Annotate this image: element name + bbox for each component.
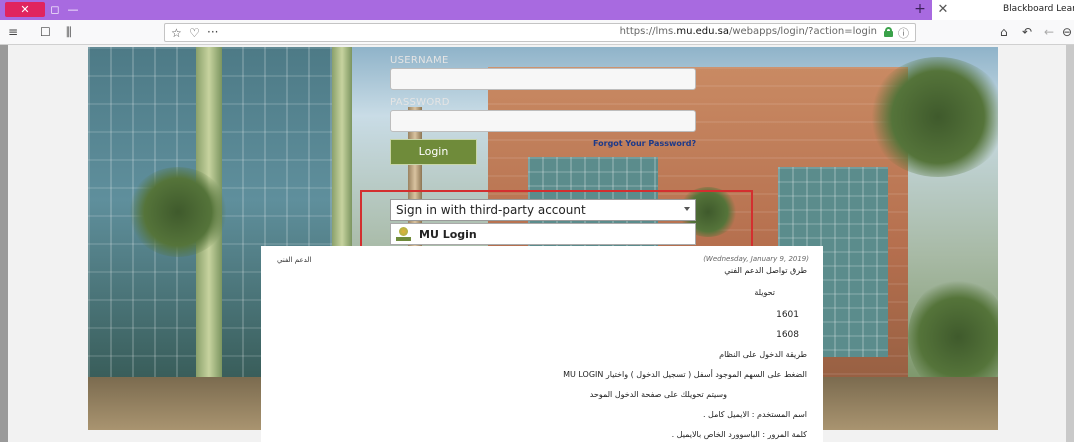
zoom-out-icon[interactable]: ⊖ [1062,24,1072,40]
username-label: USERNAME [390,55,449,66]
lock-icon[interactable] [884,27,893,37]
password-label: PASSWORD [390,97,450,108]
palm-tree [128,167,228,257]
announcement-panel: الدعم الفني (Wednesday, January 9, 2019)… [261,246,823,442]
announcement-line: اسم المستخدم : الايميل كامل . [702,410,807,419]
window-close-button[interactable]: ✕ [5,2,45,17]
announcement-line: كلمة المرور : الباسوورد الخاص بالايميل . [671,430,807,439]
url-domain: mu.edu.sa [676,26,729,37]
announcement-line: الضغط على السهم الموجود أسفل ( تسجيل الد… [563,370,807,379]
tab-close-button[interactable]: ✕ [935,2,951,17]
url-bar[interactable]: ☆ ♡ ··· https://lms.mu.edu.sa/webapps/lo… [164,23,916,42]
page-left-edge [0,45,8,442]
announcement-header: الدعم الفني [277,256,312,264]
browser-toolbar: ≡ ☐ ⫼ ☆ ♡ ··· https://lms.mu.edu.sa/weba… [0,20,1074,45]
announcement-date: (Wednesday, January 9, 2019) [703,255,809,263]
password-input[interactable] [390,110,696,132]
announcement-line: طرق تواصل الدعم الفني [724,266,807,275]
reader-view-icon[interactable]: ☐ [40,24,51,40]
login-button[interactable]: Login [390,139,477,165]
new-tab-button[interactable]: + [912,2,928,17]
announcement-line: تحويلة [754,288,775,297]
window-titlebar: ✕ ◻ — + ✕ Blackboard Learn [0,0,1074,20]
url-text[interactable]: https://lms.mu.edu.sa/webapps/login/?act… [620,26,877,37]
undo-icon[interactable]: ↶ [1022,24,1032,40]
palm-tree [868,57,998,177]
third-party-account-select[interactable]: Sign in with third-party account [390,199,696,221]
menu-icon[interactable]: ≡ [8,24,18,40]
announcement-line: طريقة الدخول على النظام [719,350,807,359]
library-icon[interactable]: ⫼ [66,24,72,40]
tab-title[interactable]: Blackboard Learn [1003,4,1074,14]
url-prefix: https://lms. [619,26,677,37]
chevron-down-icon[interactable] [684,207,690,211]
username-input[interactable] [390,68,696,90]
site-permissions-icon[interactable]: ⓘ [898,25,909,41]
home-icon[interactable]: ⌂ [1000,24,1008,40]
titlebar-background [0,0,932,20]
mu-logo-icon [396,227,411,242]
forgot-password-link[interactable]: Forgot Your Password? [593,139,696,148]
bookmark-star-icon[interactable]: ☆ [171,25,182,41]
back-arrow-icon[interactable]: ← [1044,24,1054,40]
pocket-icon[interactable]: ♡ [189,25,200,41]
announcement-line: وسيتم تحويلك على صفحة الدخول الموحد [589,390,727,399]
mu-login-label: MU Login [419,228,477,241]
url-path: /webapps/login/?action=login [728,26,877,37]
window-minimize-button[interactable]: — [66,2,80,17]
select-value: Sign in with third-party account [396,203,586,217]
extension-number: 1601 [776,310,799,320]
tab-overview-icon[interactable]: ◻ [46,2,64,17]
page-actions-icon[interactable]: ··· [207,24,218,40]
extension-number: 1608 [776,330,799,340]
mu-login-option[interactable]: MU Login [390,223,696,245]
